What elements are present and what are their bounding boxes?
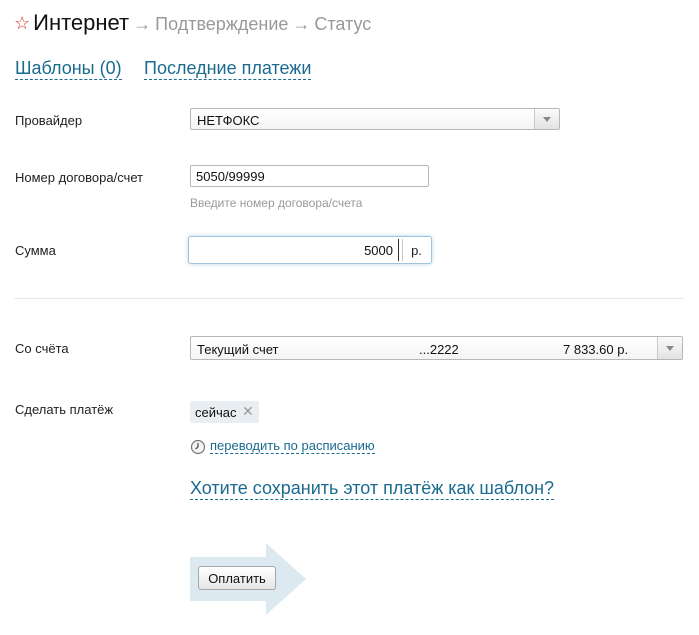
contract-label: Номер договора/счет (15, 170, 144, 185)
currency-label: р. (402, 239, 430, 261)
amount-field: р. (188, 236, 432, 264)
clock-icon (190, 439, 206, 455)
when-tag-label: сейчас (195, 405, 237, 420)
pay-button[interactable]: Оплатить (198, 566, 276, 590)
account-select[interactable]: Текущий счет ...2222 7 833.60 р. (190, 336, 683, 360)
provider-value: НЕТФОКС (197, 113, 260, 128)
schedule-link[interactable]: переводить по расписанию (210, 438, 375, 454)
dropdown-button[interactable] (534, 109, 559, 129)
tab-templates[interactable]: Шаблоны (0) (15, 58, 122, 80)
contract-input[interactable] (190, 165, 429, 187)
text-cursor (398, 239, 399, 261)
save-template-link[interactable]: Хотите сохранить этот платёж как шаблон? (190, 478, 555, 500)
dropdown-button[interactable] (657, 337, 682, 359)
step-arrow: → (133, 14, 152, 34)
account-balance: 7 833.60 р. (563, 342, 629, 357)
remove-tag-icon[interactable]: ✕ (242, 403, 254, 420)
step-status: Статус (314, 14, 372, 34)
account-label: Со счёта (15, 341, 69, 356)
tab-recent-payments[interactable]: Последние платежи (144, 58, 312, 80)
chevron-down-icon (666, 345, 674, 351)
chevron-down-icon (543, 116, 551, 122)
provider-label: Провайдер (15, 113, 83, 128)
step-confirmation: Подтверждение (155, 14, 289, 34)
when-label: Сделать платёж (15, 402, 114, 417)
when-tag: сейчас ✕ (190, 401, 259, 423)
divider (14, 298, 684, 299)
account-number: ...2222 (419, 342, 459, 357)
breadcrumb: ☆ Интернет → Подтверждение → Статус (14, 10, 371, 38)
favorite-star-icon[interactable]: ☆ (14, 13, 30, 34)
amount-label: Сумма (15, 243, 56, 258)
amount-input[interactable] (191, 239, 397, 261)
account-name: Текущий счет (197, 342, 279, 357)
provider-select[interactable]: НЕТФОКС (190, 108, 560, 130)
step-arrow: → (292, 14, 311, 34)
contract-hint: Введите номер договора/счета (190, 196, 363, 210)
page-title: Интернет (33, 10, 130, 35)
